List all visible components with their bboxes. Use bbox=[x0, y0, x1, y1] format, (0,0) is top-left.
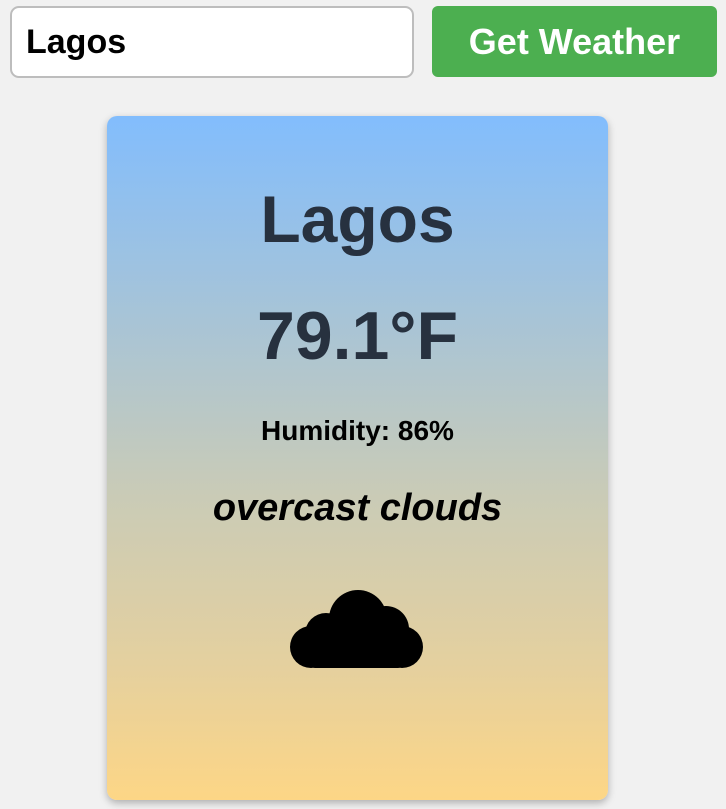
cloud-icon bbox=[290, 590, 423, 668]
get-weather-button[interactable]: Get Weather bbox=[432, 6, 717, 77]
city-name: Lagos bbox=[260, 182, 455, 256]
temperature: 79.1°F bbox=[256, 298, 459, 374]
humidity: Humidity: 86% bbox=[261, 415, 454, 446]
search-bar: Get Weather bbox=[10, 6, 726, 78]
city-input[interactable] bbox=[10, 6, 414, 78]
weather-description: overcast clouds bbox=[212, 487, 503, 529]
weather-card: Lagos 79.1°F Humidity: 86% overcast clou… bbox=[107, 116, 608, 800]
